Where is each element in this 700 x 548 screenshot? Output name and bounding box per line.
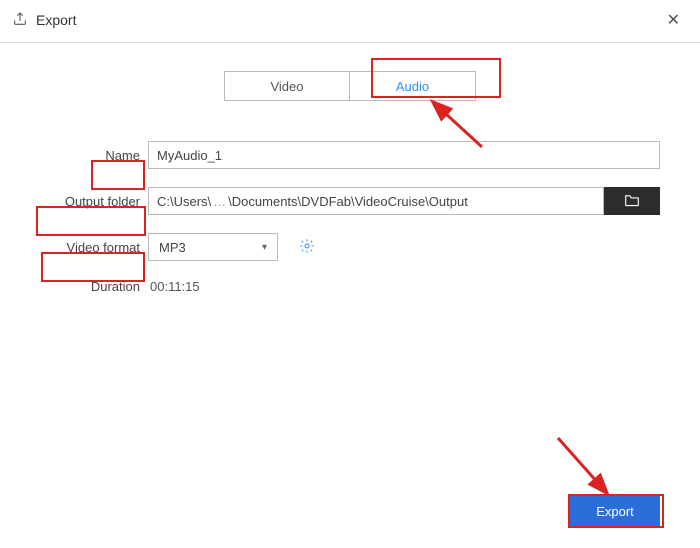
export-form: Name Output folder C:\Users\ … \Document… bbox=[0, 141, 700, 294]
video-format-label: Video format bbox=[40, 240, 140, 255]
titlebar: Export ✕ bbox=[0, 0, 700, 43]
export-button-label: Export bbox=[596, 504, 634, 519]
export-type-tabs: Video Audio bbox=[0, 71, 700, 101]
name-input[interactable] bbox=[148, 141, 660, 169]
tab-audio[interactable]: Audio bbox=[350, 71, 476, 101]
format-select[interactable]: MP3 ▾ bbox=[148, 233, 278, 261]
window-title: Export bbox=[36, 12, 76, 28]
close-button[interactable]: ✕ bbox=[661, 8, 686, 32]
name-label: Name bbox=[40, 148, 140, 163]
tab-video-label: Video bbox=[270, 79, 303, 94]
tab-video[interactable]: Video bbox=[224, 71, 350, 101]
format-value: MP3 bbox=[159, 240, 186, 255]
export-button[interactable]: Export bbox=[570, 496, 660, 526]
path-right: \Documents\DVDFab\VideoCruise\Output bbox=[228, 194, 468, 209]
output-folder-path: C:\Users\ … \Documents\DVDFab\VideoCruis… bbox=[148, 187, 604, 215]
folder-icon bbox=[623, 193, 641, 210]
format-settings-button[interactable] bbox=[298, 238, 316, 256]
duration-label: Duration bbox=[40, 279, 140, 294]
output-folder-label: Output folder bbox=[40, 194, 140, 209]
duration-value: 00:11:15 bbox=[148, 279, 200, 294]
gear-icon bbox=[299, 238, 315, 257]
path-left: C:\Users\ bbox=[157, 194, 211, 209]
chevron-down-icon: ▾ bbox=[262, 242, 267, 253]
tab-audio-label: Audio bbox=[396, 79, 429, 94]
export-icon bbox=[12, 11, 28, 30]
browse-folder-button[interactable] bbox=[604, 187, 660, 215]
path-ellipsis: … bbox=[213, 194, 226, 209]
